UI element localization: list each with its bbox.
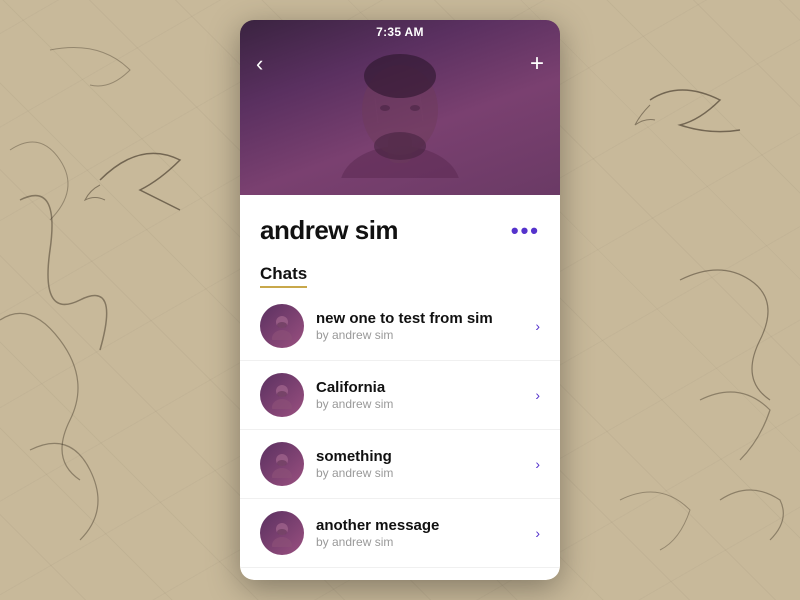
chat-avatar-4 — [260, 511, 304, 555]
chat-subtitle-3: by andrew sim — [316, 466, 527, 480]
chat-item-1[interactable]: new one to test from sim by andrew sim › — [240, 292, 560, 361]
chats-section-header: Chats — [240, 256, 560, 292]
chat-info-1: new one to test from sim by andrew sim — [316, 310, 527, 342]
status-time: 7:35 AM — [376, 25, 424, 39]
chat-subtitle-1: by andrew sim — [316, 328, 527, 342]
more-options-button[interactable]: ••• — [511, 220, 540, 242]
chat-avatar-3 — [260, 442, 304, 486]
chat-item-4[interactable]: another message by andrew sim › — [240, 499, 560, 568]
chat-chevron-4: › — [535, 525, 540, 541]
back-button[interactable]: ‹ — [256, 53, 263, 75]
chat-chevron-1: › — [535, 318, 540, 334]
profile-section: andrew sim ••• — [240, 195, 560, 256]
chat-list: new one to test from sim by andrew sim ›… — [240, 292, 560, 568]
phone-card: 7:35 AM ‹ + — [240, 20, 560, 580]
profile-name: andrew sim — [260, 215, 398, 246]
chat-title-3: something — [316, 448, 527, 465]
chat-title-2: California — [316, 379, 527, 396]
chat-chevron-2: › — [535, 387, 540, 403]
content-area: andrew sim ••• Chats new one to test fro… — [240, 195, 560, 580]
chats-label: Chats — [260, 264, 307, 288]
chat-info-4: another message by andrew sim — [316, 517, 527, 549]
profile-photo-header: 7:35 AM ‹ + — [240, 20, 560, 195]
chat-info-3: something by andrew sim — [316, 448, 527, 480]
nav-bar: ‹ + — [240, 44, 560, 84]
chat-info-2: California by andrew sim — [316, 379, 527, 411]
chat-subtitle-4: by andrew sim — [316, 535, 527, 549]
chat-subtitle-2: by andrew sim — [316, 397, 527, 411]
chat-chevron-3: › — [535, 456, 540, 472]
add-button[interactable]: + — [530, 52, 544, 76]
chat-title-1: new one to test from sim — [316, 310, 527, 327]
chat-title-4: another message — [316, 517, 527, 534]
chat-avatar-2 — [260, 373, 304, 417]
chat-avatar-1 — [260, 304, 304, 348]
chat-item-3[interactable]: something by andrew sim › — [240, 430, 560, 499]
status-bar: 7:35 AM — [240, 20, 560, 44]
chat-item-2[interactable]: California by andrew sim › — [240, 361, 560, 430]
